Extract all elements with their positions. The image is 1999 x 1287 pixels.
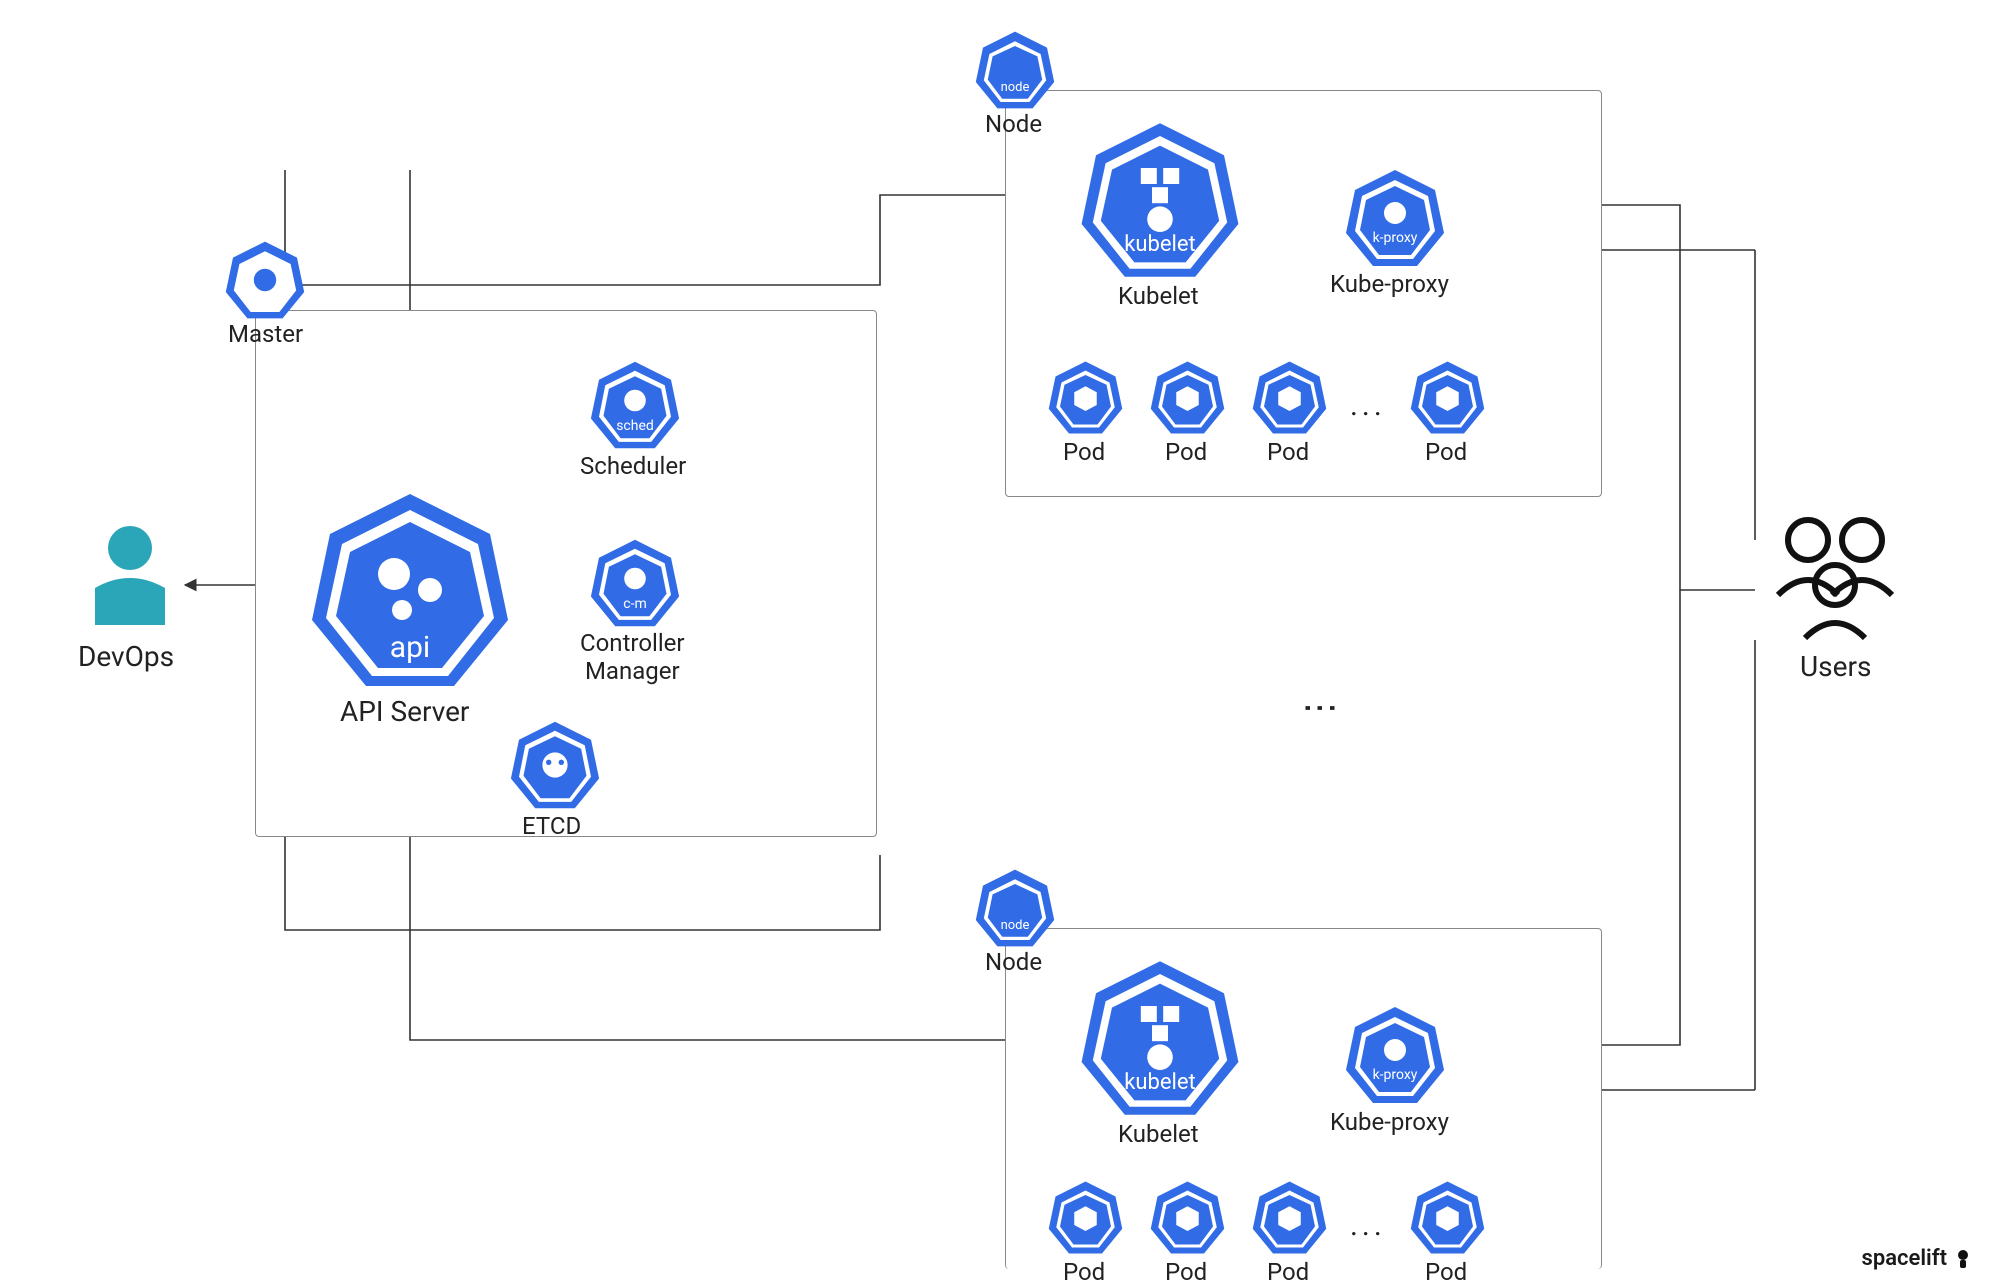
node2-pod3-label: Pod xyxy=(1267,1258,1309,1286)
node1-pod1-icon xyxy=(1048,360,1123,435)
node1-kubelet-icon: kubelet xyxy=(1080,120,1240,280)
master-badge-icon xyxy=(225,240,305,320)
node1-pod3-label: Pod xyxy=(1267,438,1309,466)
node2-badge-icon: node xyxy=(975,868,1055,948)
master-badge-label: Master xyxy=(228,320,303,348)
api-server-icon: api xyxy=(310,490,510,690)
node2-pod1-label: Pod xyxy=(1063,1258,1105,1286)
node2-kp-inner: k-proxy xyxy=(1373,1067,1418,1083)
etcd-icon xyxy=(510,720,600,810)
users-icon xyxy=(1760,510,1910,644)
node2-pod2-label: Pod xyxy=(1165,1258,1207,1286)
users-label: Users xyxy=(1800,650,1871,683)
watermark: spacelift xyxy=(1862,1246,1975,1271)
node2-kubelet-icon: kubelet xyxy=(1080,958,1240,1118)
node1-kubeproxy-label: Kube-proxy xyxy=(1330,270,1449,298)
node2-pod-ellipsis: ... xyxy=(1350,1208,1386,1243)
node2-pod2-icon xyxy=(1150,1180,1225,1255)
cm-inner: c-m xyxy=(623,596,646,612)
node2-pod4-label: Pod xyxy=(1425,1258,1467,1286)
controller-manager-label: Controller Manager xyxy=(580,630,685,685)
scheduler-label: Scheduler xyxy=(580,452,686,480)
devops-label: DevOps xyxy=(78,640,174,673)
devops-icon xyxy=(85,520,175,634)
node1-badge-icon: node xyxy=(975,30,1055,110)
node2-kubeproxy-label: Kube-proxy xyxy=(1330,1108,1449,1136)
scheduler-inner: sched xyxy=(616,418,654,434)
node2-badge-inner: node xyxy=(1001,918,1030,933)
node2-pod1-icon xyxy=(1048,1180,1123,1255)
api-inner-label: api xyxy=(390,630,430,665)
node1-pod-ellipsis: ... xyxy=(1350,388,1386,423)
node1-pod3-icon xyxy=(1252,360,1327,435)
node1-badge-inner: node xyxy=(1001,80,1030,95)
node1-kubeproxy-icon: k-proxy xyxy=(1345,168,1445,268)
node1-badge-label: Node xyxy=(985,110,1042,138)
api-server-label: API Server xyxy=(340,695,469,728)
controller-manager-icon: c-m xyxy=(590,538,680,628)
node2-kubeproxy-icon: k-proxy xyxy=(1345,1005,1445,1105)
node1-kubelet-inner: kubelet xyxy=(1124,232,1196,257)
node1-pod2-icon xyxy=(1150,360,1225,435)
node2-pod3-icon xyxy=(1252,1180,1327,1255)
node2-kubelet-inner: kubelet xyxy=(1124,1070,1196,1095)
scheduler-icon: sched xyxy=(590,360,680,450)
node1-pod1-label: Pod xyxy=(1063,438,1105,466)
node2-pod4-icon xyxy=(1410,1180,1485,1255)
node1-kp-inner: k-proxy xyxy=(1373,230,1418,246)
node1-pod2-label: Pod xyxy=(1165,438,1207,466)
node2-kubelet-label: Kubelet xyxy=(1118,1120,1199,1148)
nodes-ellipsis: ⋮ xyxy=(1300,690,1342,732)
node1-pod4-label: Pod xyxy=(1425,438,1467,466)
node1-kubelet-label: Kubelet xyxy=(1118,282,1199,310)
etcd-label: ETCD xyxy=(522,812,581,840)
node2-badge-label: Node xyxy=(985,948,1042,976)
node1-pod4-icon xyxy=(1410,360,1485,435)
